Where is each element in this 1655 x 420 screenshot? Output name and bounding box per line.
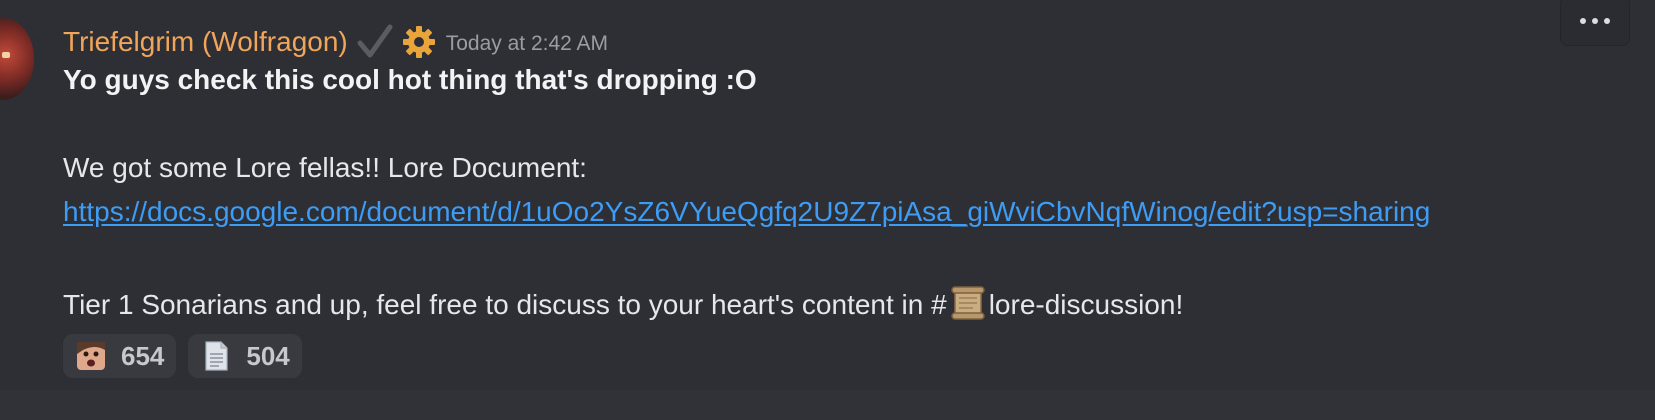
page-emoji-icon: [200, 340, 232, 372]
more-options-icon: [1580, 18, 1586, 24]
reaction-face[interactable]: 654: [63, 334, 177, 378]
reaction-count: 504: [246, 340, 290, 371]
gear-icon: [402, 25, 436, 59]
message-line-link: https://docs.google.com/document/d/1uOo2…: [63, 196, 1430, 228]
more-options-dot: [1592, 18, 1598, 24]
channel-invite-suffix: !: [1175, 289, 1184, 320]
scroll-icon: [949, 284, 987, 322]
checkmark-icon: [356, 23, 394, 61]
face-emoji-icon: [75, 340, 107, 372]
message-container: Triefelgrim (Wolfragon) Today at 2:42 AM…: [0, 0, 1655, 390]
message-divider: [0, 390, 1655, 420]
timestamp[interactable]: Today at 2:42 AM: [446, 32, 608, 56]
channel-invite-text: Tier 1 Sonarians and up, feel free to di…: [63, 289, 947, 320]
lore-document-link[interactable]: https://docs.google.com/document/d/1uOo2…: [63, 196, 1430, 227]
more-options-dot: [1604, 18, 1610, 24]
reaction-page[interactable]: 504: [188, 334, 302, 378]
message-line-bold: Yo guys check this cool hot thing that's…: [63, 64, 757, 95]
username[interactable]: Triefelgrim (Wolfragon): [63, 26, 348, 58]
message-line-channel: Tier 1 Sonarians and up, feel free to di…: [63, 284, 1183, 322]
message-line-lore: We got some Lore fellas!! Lore Document:: [63, 152, 587, 183]
more-options-button[interactable]: [1560, 0, 1630, 46]
message-header: Triefelgrim (Wolfragon) Today at 2:42 AM: [63, 20, 608, 64]
reactions-bar: 654 504: [63, 334, 302, 378]
channel-mention-lore-discussion[interactable]: lore-discussion: [989, 289, 1176, 320]
reaction-count: 654: [121, 340, 165, 371]
avatar[interactable]: [0, 18, 34, 100]
